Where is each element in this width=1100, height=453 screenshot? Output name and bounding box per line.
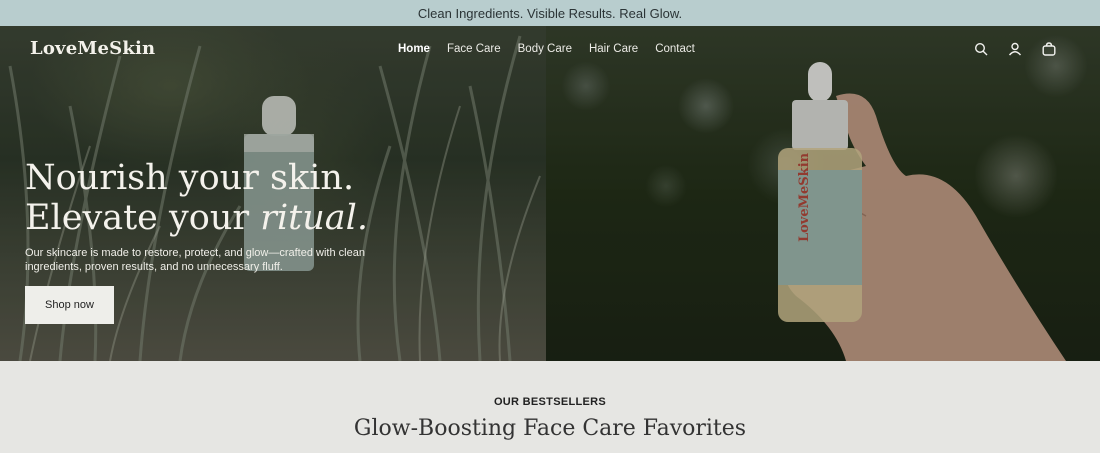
- headline-line-1: Nourish your skin.: [25, 158, 355, 198]
- header-icons: [974, 42, 1056, 56]
- section-kicker: OUR BESTSELLERS: [493, 396, 607, 408]
- nav-home[interactable]: Home: [398, 43, 430, 55]
- hero-subtext: Our skincare is made to restore, protect…: [25, 247, 365, 273]
- announcement-bar: Clean Ingredients. Visible Results. Real…: [0, 0, 1100, 26]
- hero-headline: Nourish your skin. Elevate your ritual.: [25, 158, 368, 238]
- shop-now-button[interactable]: Shop now: [25, 286, 114, 324]
- bestsellers-section: OUR BESTSELLERS Glow-Boosting Face Care …: [0, 361, 1100, 453]
- nav-body-care[interactable]: Body Care: [518, 43, 572, 55]
- nav-hair-care[interactable]: Hair Care: [589, 43, 638, 55]
- headline-line-2: Elevate your: [25, 198, 261, 238]
- headline-italic-word: ritual.: [260, 198, 368, 238]
- nav-contact[interactable]: Contact: [655, 43, 695, 55]
- hero-banner: LoveMeSkin LoveMeSkin Home Face Care Bod…: [0, 26, 1100, 361]
- cart-icon[interactable]: [1042, 42, 1056, 56]
- section-title: Glow-Boosting Face Care Favorites: [353, 416, 747, 441]
- search-icon[interactable]: [974, 42, 988, 56]
- announcement-text: Clean Ingredients. Visible Results. Real…: [417, 5, 683, 21]
- nav-face-care[interactable]: Face Care: [447, 43, 501, 55]
- account-icon[interactable]: [1008, 42, 1022, 56]
- site-logo[interactable]: LoveMeSkin: [30, 38, 155, 59]
- main-nav: Home Face Care Body Care Hair Care Conta…: [398, 43, 695, 55]
